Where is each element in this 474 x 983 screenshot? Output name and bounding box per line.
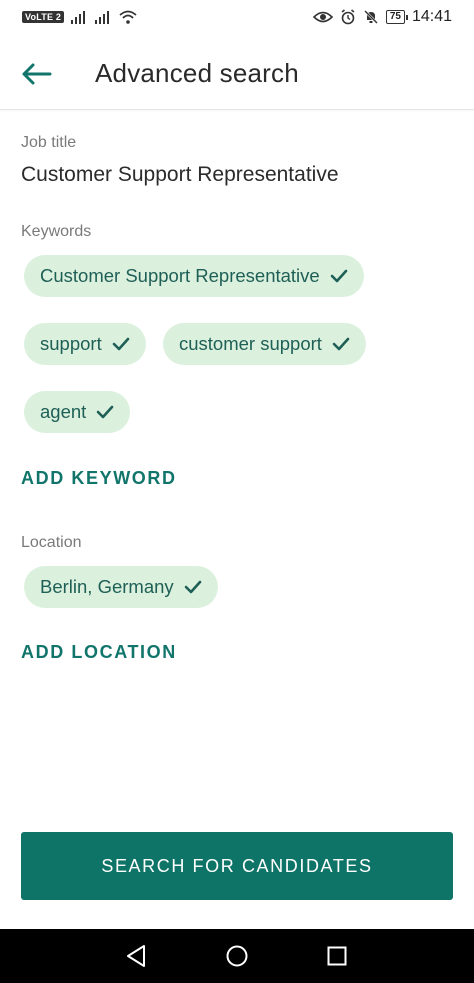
alarm-icon [341,9,355,25]
check-icon [332,337,350,351]
keyword-chip-label: agent [40,401,87,422]
back-button[interactable] [16,54,56,94]
check-icon [112,337,130,351]
keyword-chip[interactable]: customer support [163,323,366,365]
battery-indicator: 75 [385,10,409,24]
location-label: Location [21,534,82,551]
keyword-chip-label: customer support [179,333,322,354]
wifi-icon [119,10,137,24]
keyword-chip-label: support [40,333,102,354]
mute-bell-icon [363,10,378,24]
volte-indicator: VoLTE 2 [22,11,65,23]
system-navigation-bar [0,929,474,983]
location-chip[interactable]: Berlin, Germany [24,566,218,608]
add-keyword-button[interactable]: ADD KEYWORD [21,468,177,489]
keyword-chip-label: Customer Support Representative [40,265,320,286]
keywords-label: Keywords [21,223,92,240]
keyword-chip[interactable]: agent [24,391,131,433]
app-bar: Advanced search [0,36,474,110]
job-title-label: Job title [21,134,77,151]
location-chip-label: Berlin, Germany [40,576,174,597]
page-title: Advanced search [95,58,299,88]
arrow-left-icon [22,63,52,85]
circle-home-icon [226,945,248,967]
check-icon [330,269,348,283]
status-bar: VoLTE 2 75 14:41 [0,0,474,36]
square-recents-icon [327,946,347,966]
check-icon [184,580,202,594]
keyword-chip[interactable]: Customer Support Representative [24,255,364,297]
check-icon [96,405,114,419]
signal-icon [95,11,110,24]
clock: 14:41 [411,8,452,25]
add-location-button[interactable]: ADD LOCATION [21,642,177,663]
nav-recents-button[interactable] [322,941,352,971]
status-right: 75 14:41 [312,8,452,26]
keyword-chip[interactable]: support [24,323,146,365]
search-for-candidates-button[interactable]: SEARCH FOR CANDIDATES [21,832,453,900]
job-title-value[interactable]: Customer Support Representative [21,163,339,187]
eye-icon [312,11,333,23]
status-left: VoLTE 2 [22,9,138,25]
nav-back-button[interactable] [121,941,151,971]
triangle-back-icon [127,945,145,967]
nav-home-button[interactable] [222,941,252,971]
signal-icon [71,11,86,24]
